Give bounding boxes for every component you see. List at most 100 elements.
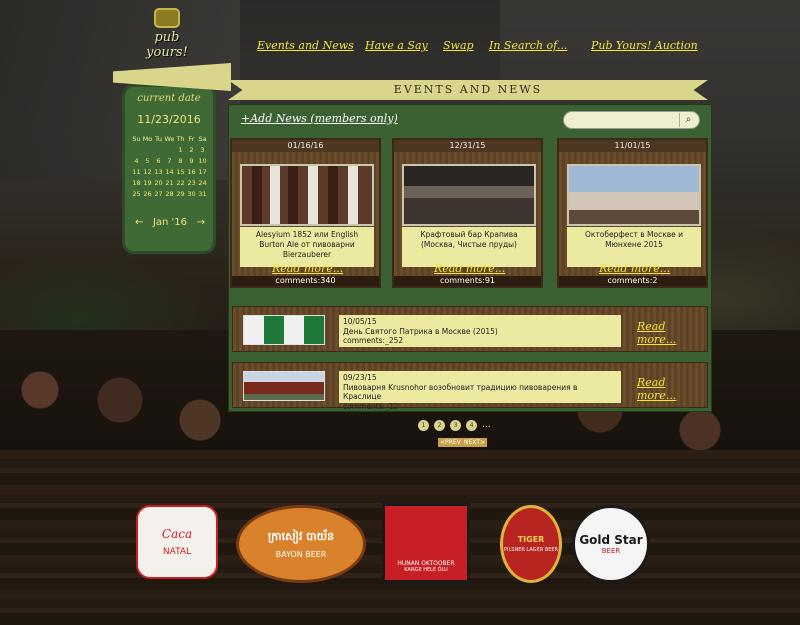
weekday-label: Tu xyxy=(154,135,163,143)
calendar-day[interactable]: 29 xyxy=(175,190,186,198)
news-row: 10/05/15 День Святого Патрика в Москве (… xyxy=(232,306,708,352)
card-comments: comments:2 xyxy=(559,276,706,286)
row-title: Пивоварня Krusnohor возобновит традицию … xyxy=(343,382,578,402)
site-logo[interactable]: pub yours! xyxy=(132,8,202,60)
card-text: Крафтовый бар Крапива (Москва, Чистые пр… xyxy=(402,227,536,267)
card-comments: comments:340 xyxy=(232,276,379,286)
calendar-date: 11/23/2016 xyxy=(137,113,201,126)
news-toolbar: +Add News (members only) ⌕ xyxy=(232,108,708,132)
calendar-day[interactable]: 20 xyxy=(153,179,164,187)
calendar-day[interactable]: 13 xyxy=(153,168,164,176)
search-input[interactable] xyxy=(570,114,670,127)
calendar-day[interactable]: 28 xyxy=(164,190,175,198)
row-thumbnail[interactable] xyxy=(243,371,325,401)
card-image-festival[interactable] xyxy=(567,164,701,226)
prev-month-icon[interactable]: ← xyxy=(135,217,143,228)
calendar-day[interactable]: 16 xyxy=(186,168,197,176)
weekday-label: Su xyxy=(132,135,141,143)
badge-caca-natal[interactable]: Caca NATAL xyxy=(136,505,218,579)
calendar-day[interactable]: 30 xyxy=(186,190,197,198)
read-more-link[interactable]: Read more... xyxy=(637,376,707,402)
calendar-day[interactable]: 25 xyxy=(131,190,142,198)
nav-have-a-say[interactable]: Have a Say xyxy=(365,39,428,52)
beer-mug-icon xyxy=(154,8,180,28)
card-text: Октоберфест в Москве и Мюнхене 2015 xyxy=(567,227,701,267)
page-2[interactable]: 2 xyxy=(434,420,445,431)
nav-in-search-of[interactable]: In Search of... xyxy=(489,39,567,52)
search-box: ⌕ xyxy=(563,111,700,129)
calendar-day[interactable]: 7 xyxy=(164,157,175,165)
calendar-widget: current date 11/23/2016 Su Mo Tu We Th Fr Sa 1 2… xyxy=(113,63,231,254)
news-row: 09/23/15 Пивоварня Krusnohor возобновит … xyxy=(232,362,708,411)
nav-events-news[interactable]: Events and News xyxy=(257,39,354,52)
badge-hunan-oktoober[interactable]: HUNAN OKTOOBER KANGE HELE ÕLU xyxy=(382,503,470,583)
news-card: 12/31/15 Крафтовый бар Крапива (Москва, … xyxy=(392,138,543,288)
calendar-day[interactable]: 9 xyxy=(186,157,197,165)
calendar-day[interactable]: 4 xyxy=(131,157,142,165)
calendar-day[interactable]: 18 xyxy=(131,179,142,187)
calendar-day[interactable]: 27 xyxy=(153,190,164,198)
calendar-day[interactable]: 17 xyxy=(197,168,208,176)
footer-wood: Caca NATAL ក្រាសៀវ បាយ័ន BAYON BEER HUNA… xyxy=(0,450,800,625)
row-text: 09/23/15 Пивоварня Krusnohor возобновит … xyxy=(339,371,621,411)
add-news-link[interactable]: +Add News (members only) xyxy=(241,112,398,125)
page-4[interactable]: 4 xyxy=(466,420,477,431)
magnifier-icon: ⌕ xyxy=(685,114,692,125)
calendar-day-empty xyxy=(164,146,175,154)
read-more-link[interactable]: Read more... xyxy=(599,262,670,275)
calendar-day[interactable]: 6 xyxy=(153,157,164,165)
row-comments: comments:_252 xyxy=(343,336,404,345)
calendar-day-empty xyxy=(153,146,164,154)
row-text: 10/05/15 День Святого Патрика в Москве (… xyxy=(339,315,621,347)
calendar-day[interactable]: 11 xyxy=(131,168,142,176)
weekday-label: Fr xyxy=(188,135,195,143)
calendar-day[interactable]: 5 xyxy=(142,157,153,165)
read-more-link[interactable]: Read more... xyxy=(434,262,505,275)
calendar-day[interactable]: 22 xyxy=(175,179,186,187)
read-more-link[interactable]: Read more... xyxy=(637,320,707,346)
section-title: EVENTS AND NEWS xyxy=(393,83,543,96)
search-button[interactable]: ⌕ xyxy=(679,113,697,127)
calendar-day[interactable]: 26 xyxy=(142,190,153,198)
calendar-day[interactable]: 14 xyxy=(164,168,175,176)
nav-auction[interactable]: Pub Yours! Auction xyxy=(591,39,698,52)
row-date: 10/05/15 xyxy=(343,317,377,326)
calendar-day[interactable]: 1 xyxy=(175,146,186,154)
badge-text-bottom: BEER xyxy=(601,547,621,555)
card-image-bar[interactable] xyxy=(402,164,536,226)
badge-tiger-lager[interactable]: TIGER PILSNER LAGER BEER xyxy=(500,505,562,583)
badge-text-top: TIGER xyxy=(517,535,545,544)
badge-text-bottom: PILSNER LAGER BEER xyxy=(504,547,558,553)
calendar-day[interactable]: 31 xyxy=(197,190,208,198)
calendar-day-empty xyxy=(131,146,142,154)
page-3[interactable]: 3 xyxy=(450,420,461,431)
badge-text-top: Caca xyxy=(161,527,193,541)
calendar-day[interactable]: 10 xyxy=(197,157,208,165)
calendar-day[interactable]: 19 xyxy=(142,179,153,187)
row-thumbnail[interactable] xyxy=(243,315,325,345)
row-comments: comments:_12 xyxy=(343,401,399,411)
calendar-day[interactable]: 2 xyxy=(186,146,197,154)
card-date: 12/31/15 xyxy=(394,140,541,152)
badge-gold-star[interactable]: Gold Star BEER xyxy=(572,505,650,583)
page-1[interactable]: 1 xyxy=(418,420,429,431)
calendar-day[interactable]: 15 xyxy=(175,168,186,176)
calendar-day[interactable]: 23 xyxy=(186,179,197,187)
read-more-link[interactable]: Read more... xyxy=(272,262,343,275)
calendar-grid: Su Mo Tu We Th Fr Sa 1 2 3 4 5 6 7 8 9 10 11 12 13 14 15 16 17 1… xyxy=(131,135,209,198)
calendar-day[interactable]: 21 xyxy=(164,179,175,187)
next-month-icon[interactable]: → xyxy=(197,217,205,228)
prev-page-button[interactable]: <PREV xyxy=(438,438,463,447)
calendar-day[interactable]: 24 xyxy=(197,179,208,187)
weekday-label: Th xyxy=(176,135,185,143)
next-page-button[interactable]: NEXT> xyxy=(462,438,487,447)
calendar-day[interactable]: 12 xyxy=(142,168,153,176)
row-date: 09/23/15 xyxy=(343,373,377,382)
badge-bayon-beer[interactable]: ក្រាសៀវ បាយ័ន BAYON BEER xyxy=(236,505,366,583)
calendar-day[interactable]: 3 xyxy=(197,146,208,154)
logo-text: pub yours! xyxy=(146,30,188,60)
calendar-day[interactable]: 8 xyxy=(175,157,186,165)
nav-swap[interactable]: Swap xyxy=(443,39,474,52)
card-image-bottles[interactable] xyxy=(240,164,374,226)
calendar-title: current date xyxy=(137,93,201,104)
